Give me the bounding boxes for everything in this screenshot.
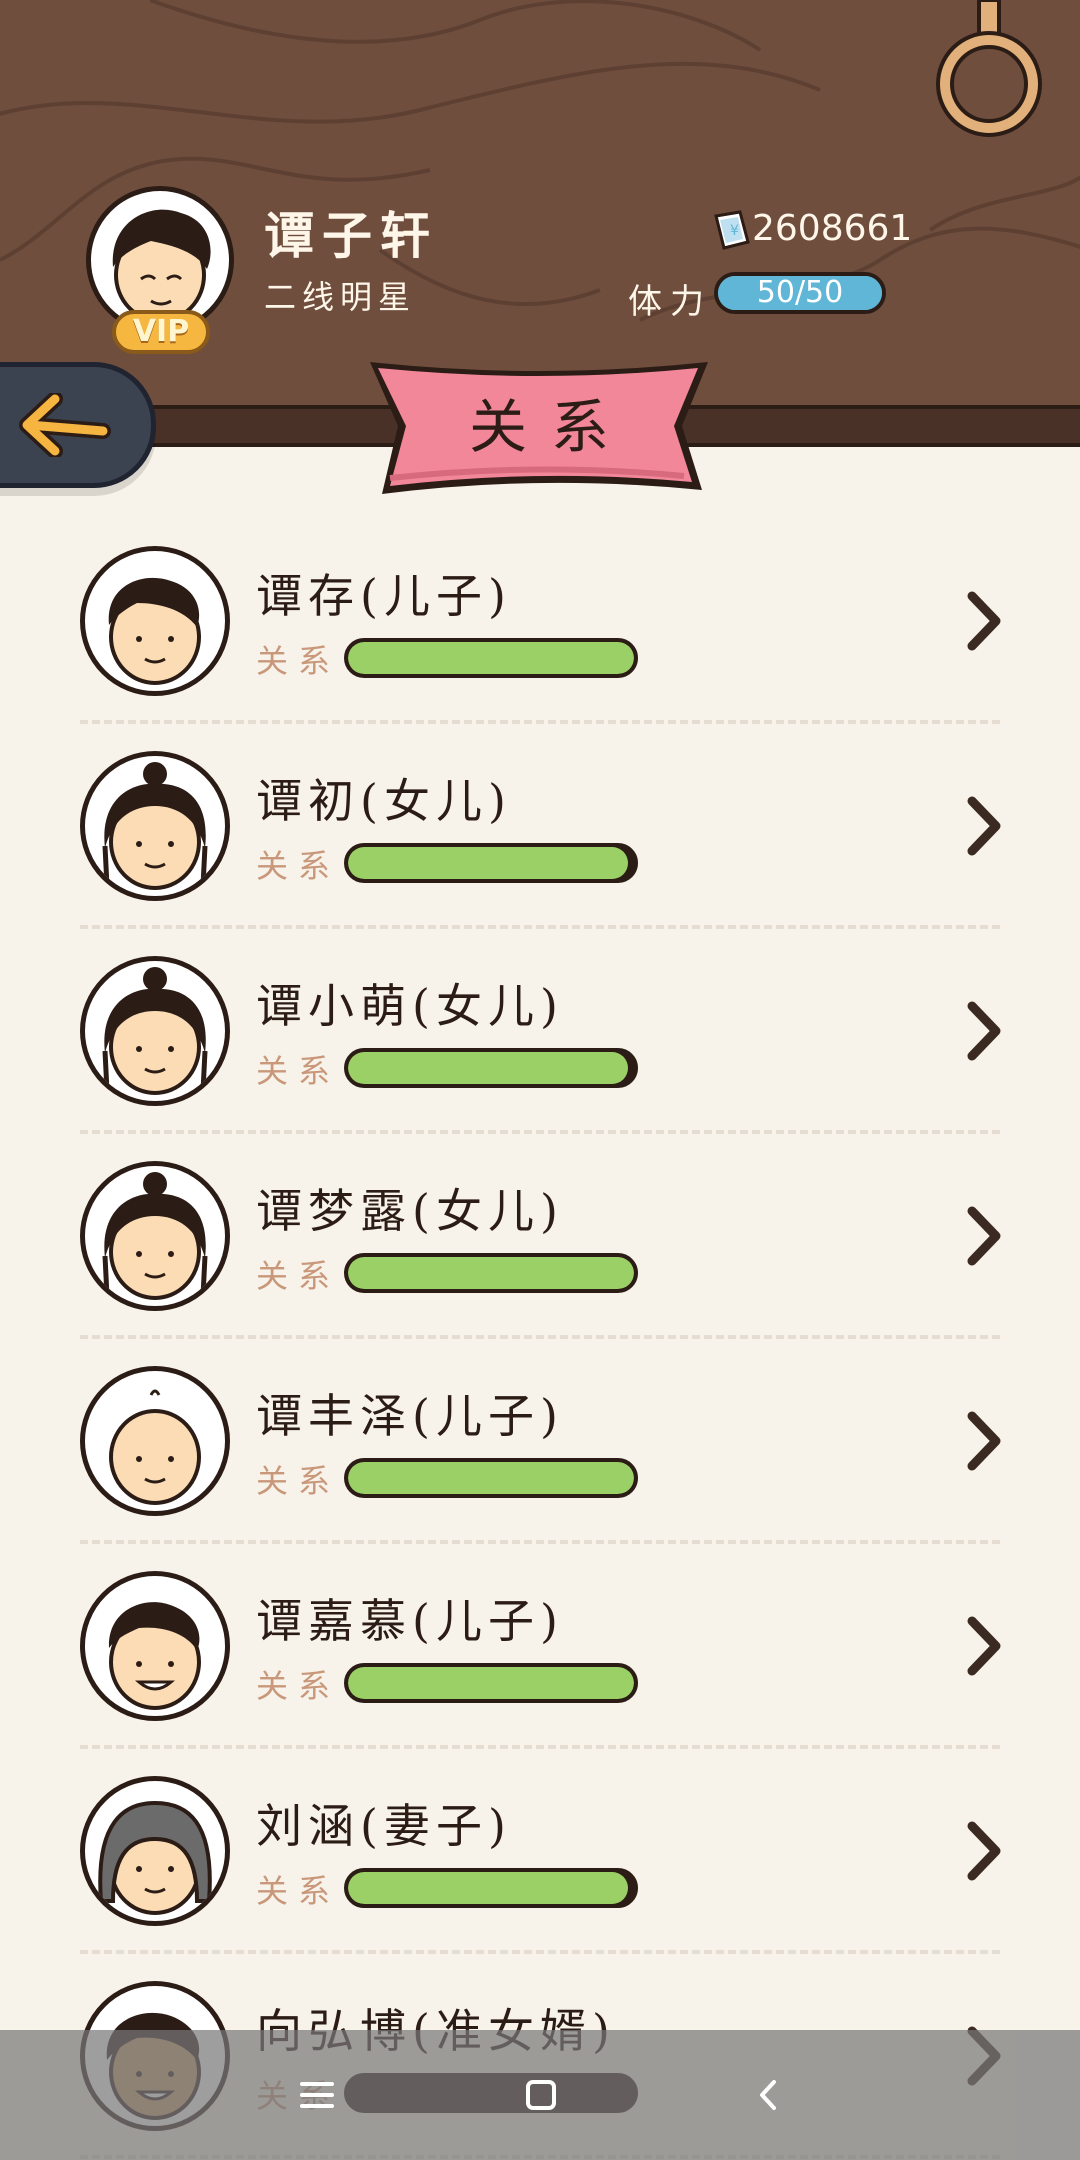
money-value: 2608661 <box>752 208 913 249</box>
girl-bun-face-icon <box>102 1172 208 1300</box>
girl-bun-face-icon <box>102 967 208 1095</box>
relation-label: 关系 <box>256 1257 341 1295</box>
baby-face-icon <box>109 1389 201 1505</box>
chevron-right-icon[interactable] <box>958 1408 1008 1474</box>
member-name: 谭丰泽(儿子) <box>256 1389 564 1443</box>
relation-fill <box>348 1257 634 1289</box>
row-divider <box>80 1130 1000 1134</box>
banknote-icon: ¥ <box>714 210 750 250</box>
relationship-list: 谭存(儿子) 关系 谭初(女儿) 关系 谭小萌(女儿) 关系 谭梦露(女儿) 关… <box>0 540 1080 2160</box>
relation-fill <box>348 1462 634 1494</box>
relationship-row[interactable]: 谭小萌(女儿) 关系 <box>0 950 1080 1155</box>
relationship-row[interactable]: 刘涵(妻子) 关系 <box>0 1770 1080 1975</box>
relation-fill <box>348 1872 629 1904</box>
player-title: 二线明星 <box>264 278 417 316</box>
member-avatar <box>80 546 230 696</box>
member-avatar <box>80 1366 230 1516</box>
vip-badge: VIP <box>112 310 210 354</box>
row-divider <box>80 1745 1000 1749</box>
member-name: 谭梦露(女儿) <box>256 1184 564 1238</box>
stamina-text: 50/50 <box>756 275 844 310</box>
stamina-label: 体力 <box>628 282 712 322</box>
home-square-icon[interactable] <box>506 2060 576 2130</box>
chevron-right-icon[interactable] <box>958 1203 1008 1269</box>
row-divider <box>80 720 1000 724</box>
member-avatar <box>80 956 230 1106</box>
member-name: 谭初(女儿) <box>256 774 512 828</box>
row-divider <box>80 1540 1000 1544</box>
chevron-right-icon[interactable] <box>958 1818 1008 1884</box>
relation-bar <box>344 638 638 678</box>
svg-text:¥: ¥ <box>730 223 739 239</box>
system-nav-bar <box>0 2030 1080 2160</box>
member-avatar <box>80 1776 230 1926</box>
chevron-right-icon[interactable] <box>958 588 1008 654</box>
member-name: 刘涵(妻子) <box>256 1799 512 1853</box>
back-button[interactable] <box>0 362 156 488</box>
relation-fill <box>348 1052 629 1084</box>
relationship-row[interactable]: 谭初(女儿) 关系 <box>0 745 1080 950</box>
relation-bar <box>344 1048 638 1088</box>
relation-bar <box>344 1458 638 1498</box>
chevron-right-icon[interactable] <box>958 793 1008 859</box>
stamina-bar: 50/50 <box>714 272 886 314</box>
relation-label: 关系 <box>256 847 341 885</box>
relation-label: 关系 <box>256 1052 341 1090</box>
woman-gray-hair-face-icon <box>98 1800 212 1915</box>
relation-fill <box>348 1667 634 1699</box>
menu-icon[interactable] <box>282 2060 352 2130</box>
relation-bar <box>344 1253 638 1293</box>
relationship-row[interactable]: 谭梦露(女儿) 关系 <box>0 1155 1080 1360</box>
relation-bar <box>344 1663 638 1703</box>
player-name: 谭子轩 <box>264 206 438 265</box>
back-chevron-icon[interactable] <box>734 2060 804 2130</box>
member-avatar <box>80 751 230 901</box>
row-divider <box>80 925 1000 929</box>
girl-bun-face-icon <box>102 762 208 890</box>
relation-bar <box>344 1868 638 1908</box>
relation-label: 关系 <box>256 1667 341 1705</box>
relation-label: 关系 <box>256 1462 341 1500</box>
relation-label: 关系 <box>256 642 341 680</box>
arrow-left-icon <box>19 393 111 457</box>
member-name: 谭存(儿子) <box>256 569 512 623</box>
player-face-icon <box>112 209 211 323</box>
relation-label: 关系 <box>256 1872 341 1910</box>
relation-fill <box>348 847 629 879</box>
member-avatar <box>80 1571 230 1721</box>
member-name: 谭嘉慕(儿子) <box>256 1594 564 1648</box>
page-title: 关系 <box>468 393 633 461</box>
row-divider <box>80 1950 1000 1954</box>
row-divider <box>80 1335 1000 1339</box>
member-avatar <box>80 1161 230 1311</box>
relationship-row[interactable]: 谭存(儿子) 关系 <box>0 540 1080 745</box>
chevron-right-icon[interactable] <box>958 998 1008 1064</box>
boy-face-icon <box>108 577 201 685</box>
relation-fill <box>348 642 634 674</box>
member-name: 谭小萌(女儿) <box>256 979 564 1033</box>
relation-bar <box>344 843 638 883</box>
chevron-right-icon[interactable] <box>958 1613 1008 1679</box>
relationship-row[interactable]: 谭嘉慕(儿子) 关系 <box>0 1565 1080 1770</box>
relationship-row[interactable]: 谭丰泽(儿子) 关系 <box>0 1360 1080 1565</box>
settings-ring-icon[interactable] <box>935 0 1045 140</box>
boy-smile-face-icon <box>108 1602 201 1710</box>
